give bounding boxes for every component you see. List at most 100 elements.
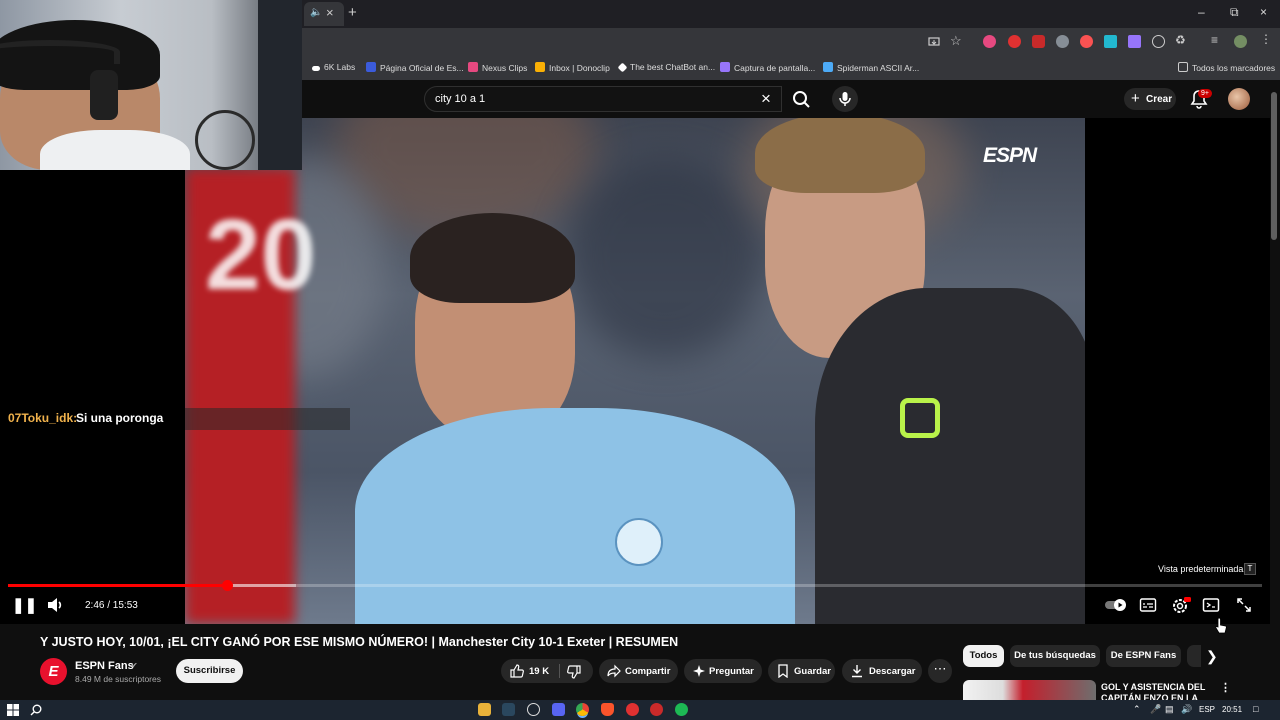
bookmark-item[interactable]: 6K Labs xyxy=(312,62,355,72)
video-frame[interactable]: 20 ESPN xyxy=(185,118,1085,624)
menu-icon[interactable]: ⋮ xyxy=(1260,32,1272,46)
video-player[interactable]: 20 ESPN 07Toku_idk: Si una poronga Vista… xyxy=(0,118,1270,624)
recommendation-title[interactable]: GOL Y ASISTENCIA DEL CAPITÁN ENZO EN LA xyxy=(1101,682,1211,702)
all-bookmarks[interactable]: Todos los marcadores xyxy=(1178,62,1275,73)
extension-icon[interactable] xyxy=(1104,35,1117,48)
speaker-icon[interactable]: 🔈 xyxy=(310,7,322,18)
recommendation-menu-icon[interactable]: ⋮ xyxy=(1220,681,1231,694)
extension-icon[interactable] xyxy=(1056,35,1069,48)
bookmark-label: Nexus Clips xyxy=(482,63,528,73)
ask-button[interactable]: Preguntar xyxy=(684,659,762,683)
new-tab-button[interactable]: + xyxy=(348,4,357,21)
verified-check-icon: ✔ xyxy=(131,661,138,670)
extension-icon[interactable] xyxy=(1008,35,1021,48)
channel-avatar[interactable]: E xyxy=(40,658,67,685)
bookmark-item[interactable]: The best ChatBot an... xyxy=(617,62,716,73)
notifications-icon[interactable]: □ xyxy=(1253,704,1258,714)
microphone-icon[interactable]: 🎤 xyxy=(1150,704,1161,715)
browser-tab[interactable]: 🔈 × xyxy=(304,2,344,26)
network-icon[interactable]: ▤ xyxy=(1165,704,1174,715)
channel-name[interactable]: ESPN Fans xyxy=(75,660,134,672)
like-count[interactable]: 19 K xyxy=(529,666,549,677)
chevron-right-icon[interactable]: ❯ xyxy=(1206,648,1218,665)
share-icon xyxy=(607,664,621,678)
subtitles-icon[interactable] xyxy=(1139,597,1157,613)
windows-start-icon[interactable] xyxy=(7,704,19,716)
app-icon[interactable] xyxy=(527,703,540,716)
pause-button[interactable]: ❚❚ xyxy=(12,596,37,614)
app-icon[interactable] xyxy=(650,703,663,716)
thumbs-up-icon[interactable] xyxy=(510,664,524,678)
minimize-button[interactable]: – xyxy=(1198,5,1205,19)
avatar[interactable] xyxy=(1228,88,1250,110)
chevron-up-icon[interactable]: ⌃ xyxy=(1133,704,1141,715)
settings-gear-icon[interactable] xyxy=(1171,597,1191,615)
bookmark-item[interactable]: Página Oficial de Es... xyxy=(366,62,464,73)
steam-icon[interactable] xyxy=(502,703,515,716)
extension-icon[interactable] xyxy=(1128,35,1141,48)
adblock-icon[interactable] xyxy=(1032,35,1045,48)
chrome-icon[interactable] xyxy=(576,703,589,716)
search-icon[interactable] xyxy=(30,704,42,716)
voice-search-button[interactable] xyxy=(832,86,858,112)
bookmark-label: 6K Labs xyxy=(324,62,356,72)
volume-icon[interactable] xyxy=(46,596,66,614)
star-icon[interactable]: ☆ xyxy=(950,33,962,49)
extension-icon[interactable] xyxy=(1080,35,1093,48)
bookmark-label: The best ChatBot an... xyxy=(630,62,716,72)
puzzle-icon[interactable]: ♻ xyxy=(1175,33,1186,47)
close-window-button[interactable]: × xyxy=(1260,5,1267,19)
chip-de-tus-busquedas[interactable]: De tus búsquedas xyxy=(1010,645,1100,667)
recommendation-thumbnail[interactable] xyxy=(963,680,1096,700)
more-actions-button[interactable]: ⋯ xyxy=(928,659,952,683)
chip-de-espn-fans[interactable]: De ESPN Fans xyxy=(1106,645,1181,667)
share-button[interactable]: Compartir xyxy=(599,659,678,683)
page-scrollbar[interactable] xyxy=(1271,92,1277,240)
media-icon[interactable]: ≡ xyxy=(1211,33,1218,47)
thumbs-down-icon[interactable] xyxy=(567,665,581,679)
chat-message: Si una poronga xyxy=(76,411,164,425)
browser-window: 🔈 × + – ⧉ × ☆ ♻ ≡ ⋮ 6K Labs Página Ofici… xyxy=(302,0,1280,80)
bookmark-icon xyxy=(823,62,833,72)
autoplay-toggle[interactable] xyxy=(1104,597,1128,613)
language-indicator[interactable]: ESP xyxy=(1199,705,1215,714)
bookmark-item[interactable]: Spiderman ASCII Ar... xyxy=(823,62,919,73)
discord-icon[interactable] xyxy=(552,703,565,716)
toolbar: ☆ ♻ ≡ ⋮ xyxy=(302,28,1280,56)
all-bookmarks-label: Todos los marcadores xyxy=(1192,63,1276,73)
extension-icon[interactable] xyxy=(1152,35,1165,48)
extension-icon[interactable] xyxy=(983,35,996,48)
video-title: Y JUSTO HOY, 10/01, ¡EL CITY GANÓ POR ES… xyxy=(40,635,679,649)
miniplayer-icon[interactable] xyxy=(1202,597,1220,613)
bookmark-item[interactable]: Captura de pantalla... xyxy=(720,62,815,73)
bookmark-item[interactable]: Nexus Clips xyxy=(468,62,527,73)
tab-close-icon[interactable]: × xyxy=(326,5,334,20)
bookmark-item[interactable]: Inbox | Donoclip xyxy=(535,62,610,73)
download-icon xyxy=(852,665,862,678)
profile-icon[interactable] xyxy=(1234,35,1247,48)
fullscreen-icon[interactable] xyxy=(1236,597,1252,613)
save-button[interactable]: Guardar xyxy=(768,659,835,683)
search-input[interactable]: city 10 a 1 xyxy=(435,93,485,105)
volume-icon[interactable]: 🔊 xyxy=(1181,704,1192,715)
clock[interactable]: 20:51 xyxy=(1222,705,1242,714)
restore-button[interactable]: ⧉ xyxy=(1230,5,1239,20)
progress-bar[interactable] xyxy=(8,580,1262,591)
app-icon[interactable] xyxy=(626,703,639,716)
file-explorer-icon[interactable] xyxy=(478,703,491,716)
chat-bar xyxy=(185,408,350,430)
chip-todos[interactable]: Todos xyxy=(963,645,1004,667)
chip-partial[interactable] xyxy=(1187,645,1201,667)
install-icon[interactable] xyxy=(928,36,940,48)
download-button[interactable]: Descargar xyxy=(842,659,922,683)
clear-search-icon[interactable]: × xyxy=(761,89,771,109)
hand-cursor-icon xyxy=(1215,617,1227,634)
search-box[interactable]: city 10 a 1 × xyxy=(424,86,782,112)
subscribe-button[interactable]: Suscribirse xyxy=(176,659,243,683)
spotify-icon[interactable] xyxy=(675,703,688,716)
brave-icon[interactable] xyxy=(601,703,614,716)
bookmark-label: Spiderman ASCII Ar... xyxy=(837,63,920,73)
search-button[interactable] xyxy=(786,86,816,112)
bookmarks-bar: 6K Labs Página Oficial de Es... Nexus Cl… xyxy=(302,56,1280,80)
create-button[interactable]: + Crear xyxy=(1124,88,1176,110)
